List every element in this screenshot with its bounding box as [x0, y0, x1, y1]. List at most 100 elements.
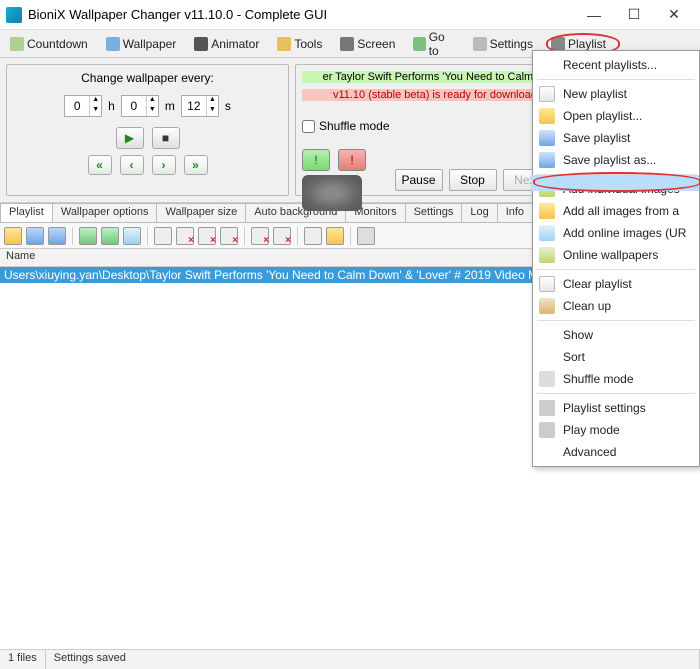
- goto-icon: [413, 37, 425, 51]
- dd-sort[interactable]: Sort: [533, 346, 699, 368]
- shuffle-input[interactable]: [302, 120, 315, 133]
- edit2-icon[interactable]: [326, 227, 344, 245]
- status-message: Settings saved: [46, 650, 700, 669]
- menu-label: Settings: [490, 37, 533, 51]
- menu-label: Countdown: [27, 37, 88, 51]
- del-all-icon[interactable]: [220, 227, 238, 245]
- last-button[interactable]: »: [184, 155, 208, 175]
- first-button[interactable]: «: [88, 155, 112, 175]
- folder-icon: [539, 203, 555, 219]
- image-icon: [539, 247, 555, 263]
- menu-animator[interactable]: Animator: [190, 34, 263, 54]
- menu-screen[interactable]: Screen: [336, 34, 399, 54]
- wallpaper-icon: [106, 37, 120, 51]
- dd-add-online-images[interactable]: Add online images (UR: [533, 222, 699, 244]
- menu-tools[interactable]: Tools: [273, 34, 326, 54]
- cloud-icon: [539, 225, 555, 241]
- blank-icon: [539, 444, 555, 460]
- dd-label: Clear playlist: [563, 277, 632, 291]
- tab-playlist[interactable]: Playlist: [0, 203, 53, 222]
- change-interval-panel: Change wallpaper every: ▲▼h ▲▼m ▲▼s ▶ ■ …: [6, 64, 289, 196]
- save-as-icon[interactable]: [48, 227, 66, 245]
- dd-new-playlist[interactable]: New playlist: [533, 83, 699, 105]
- pause-button[interactable]: Pause: [395, 169, 443, 191]
- highlight-bg: [531, 175, 699, 191]
- seconds-input[interactable]: [182, 99, 206, 113]
- maximize-button[interactable]: ☐: [614, 2, 654, 28]
- folder-icon: [539, 108, 555, 124]
- minimize-button[interactable]: ―: [574, 2, 614, 28]
- tab-wallpaper-options[interactable]: Wallpaper options: [52, 203, 158, 222]
- dd-save-playlist-as[interactable]: Save playlist as...: [533, 149, 699, 171]
- close-button[interactable]: ✕: [654, 2, 694, 28]
- new-doc-icon[interactable]: [154, 227, 172, 245]
- down-icon[interactable]: ▼: [206, 106, 218, 116]
- countdown-icon: [10, 37, 24, 51]
- dd-separator: [537, 393, 695, 394]
- shuffle-checkbox[interactable]: Shuffle mode: [302, 119, 390, 133]
- menu-countdown[interactable]: Countdown: [6, 34, 92, 54]
- del-doc-icon[interactable]: [176, 227, 194, 245]
- dd-clear-playlist[interactable]: Clear playlist: [533, 273, 699, 295]
- seconds-spinner[interactable]: ▲▼: [181, 95, 219, 117]
- dd-shuffle-mode[interactable]: Shuffle mode: [533, 368, 699, 390]
- dd-play-mode[interactable]: Play mode: [533, 419, 699, 441]
- refresh-icon[interactable]: [79, 227, 97, 245]
- down-icon[interactable]: ▼: [89, 106, 101, 116]
- play-button[interactable]: ▶: [116, 127, 144, 149]
- hours-spinner[interactable]: ▲▼: [64, 95, 102, 117]
- unit-label: m: [165, 99, 175, 113]
- dd-playlist-settings[interactable]: Playlist settings: [533, 397, 699, 419]
- up-icon[interactable]: ▲: [89, 96, 101, 106]
- indicator-ok[interactable]: !: [302, 149, 330, 171]
- refresh2-icon[interactable]: [101, 227, 119, 245]
- dd-advanced[interactable]: Advanced: [533, 441, 699, 463]
- separator: [350, 227, 351, 245]
- up-icon[interactable]: ▲: [206, 96, 218, 106]
- remove2-icon[interactable]: [273, 227, 291, 245]
- dd-save-playlist[interactable]: Save playlist: [533, 127, 699, 149]
- dd-label: New playlist: [563, 87, 627, 101]
- dd-separator: [537, 79, 695, 80]
- dd-clean-up[interactable]: Clean up: [533, 295, 699, 317]
- separator: [244, 227, 245, 245]
- dd-add-all-images[interactable]: Add all images from a: [533, 200, 699, 222]
- gray-icon[interactable]: [357, 227, 375, 245]
- stop-button2[interactable]: Stop: [449, 169, 497, 191]
- save-icon: [539, 152, 555, 168]
- indicator-warn[interactable]: !: [338, 149, 366, 171]
- menu-goto[interactable]: Go to: [409, 27, 458, 61]
- dd-online-wallpapers[interactable]: Online wallpapers: [533, 244, 699, 266]
- edit-icon[interactable]: [304, 227, 322, 245]
- shuffle-row: Shuffle mode Fit Fill: [302, 111, 571, 141]
- remove1-icon[interactable]: [251, 227, 269, 245]
- tab-wallpaper-size[interactable]: Wallpaper size: [156, 203, 246, 222]
- cloud-icon[interactable]: [123, 227, 141, 245]
- up-icon[interactable]: ▲: [146, 96, 158, 106]
- menu-wallpaper[interactable]: Wallpaper: [102, 34, 181, 54]
- play-controls: ▶ ■: [116, 127, 180, 149]
- status-bar: 1 files Settings saved: [0, 649, 700, 669]
- dd-label: Online wallpapers: [563, 248, 658, 262]
- save-icon[interactable]: [26, 227, 44, 245]
- dd-recent-playlists[interactable]: Recent playlists...: [533, 54, 699, 76]
- menu-settings[interactable]: Settings: [469, 34, 537, 54]
- hours-input[interactable]: [65, 99, 89, 113]
- prev-button[interactable]: ‹: [120, 155, 144, 175]
- down-icon[interactable]: ▼: [146, 106, 158, 116]
- separator: [72, 227, 73, 245]
- dd-show[interactable]: Show: [533, 324, 699, 346]
- status-banner-2[interactable]: v11.10 (stable beta) is ready for downlo…: [302, 89, 571, 101]
- minutes-input[interactable]: [122, 99, 146, 113]
- app-icon: [6, 7, 22, 23]
- dd-label: Show: [563, 328, 593, 342]
- dd-open-playlist[interactable]: Open playlist...: [533, 105, 699, 127]
- next-button[interactable]: ›: [152, 155, 176, 175]
- del-docs-icon[interactable]: [198, 227, 216, 245]
- stop-button[interactable]: ■: [152, 127, 180, 149]
- open-folder-icon[interactable]: [4, 227, 22, 245]
- dd-label: Sort: [563, 350, 585, 364]
- dd-separator: [537, 320, 695, 321]
- trash-icon: [539, 298, 555, 314]
- minutes-spinner[interactable]: ▲▼: [121, 95, 159, 117]
